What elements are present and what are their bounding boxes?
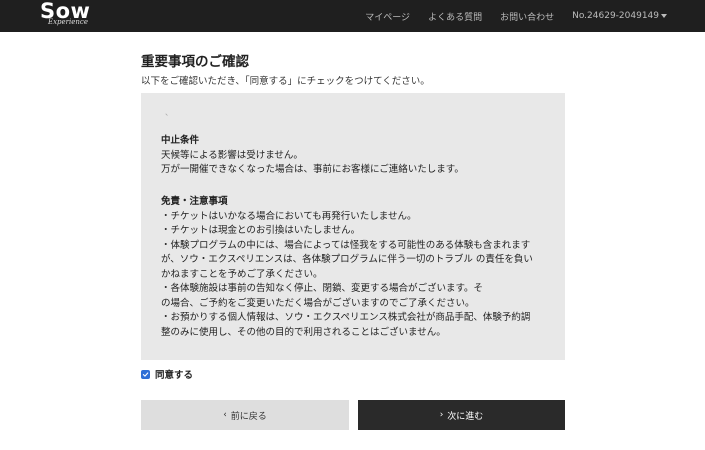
disclaimer-line: かねますことを予めご了承ください。 xyxy=(161,268,323,280)
member-number: No.24629-2049149 xyxy=(572,11,659,21)
disclaimer-line: が、ソウ・エクスペリエンスは、各体験プログラムに伴う一切のトラブル の責任を負い xyxy=(161,254,533,265)
page-instruction: 以下をご確認いただき、「同意する」にチェックをつけてください。 xyxy=(141,76,430,87)
agree-label: 同意する xyxy=(155,370,194,381)
chevron-left-icon: ‹ xyxy=(223,410,227,420)
cancellation-line: 天候等による影響は受けません。 xyxy=(161,149,303,161)
nav-contact-link[interactable]: お問い合わせ xyxy=(500,10,554,23)
disclaimer-line: ・体験プログラムの中には、場合によっては怪我をする可能性のある体験も含まれます xyxy=(161,239,531,251)
cancellation-section: 中止条件 天候等による影響は受けません。 万が一開催できなくなった場合は、事前に… xyxy=(161,134,551,178)
disclaimer-line: 整のみに使用し、その他の目的で利用されることはございません。 xyxy=(161,326,446,338)
checkmark-icon xyxy=(142,371,149,377)
nav-links: マイページ よくある質問 お問い合わせ No.24629-2049149 xyxy=(347,0,667,32)
next-button[interactable]: › 次に進む xyxy=(358,400,565,430)
next-button-label: 次に進む xyxy=(447,411,484,422)
disclaimer-section: 免責・注意事項 ・チケットはいかなる場合においても再発行いたしません。 ・チケッ… xyxy=(161,195,551,340)
agree-checkbox[interactable] xyxy=(141,369,150,379)
disclaimer-line: ・お預かりする個人情報は、ソウ・エクスペリエンス株式会社が商品手配、体験予約調 xyxy=(161,312,531,323)
disclaimer-line: ・チケットはいかなる場合においても再発行いたしません。 xyxy=(161,210,417,222)
caret-down-icon xyxy=(661,14,667,18)
top-navbar: Sow Experience マイページ よくある質問 お問い合わせ No.24… xyxy=(0,0,705,32)
member-menu-dropdown[interactable]: No.24629-2049149 xyxy=(572,11,667,21)
chevron-right-icon: › xyxy=(439,410,444,420)
back-button[interactable]: ‹ 前に戻る xyxy=(141,400,349,430)
terms-scroll-box[interactable]: 、 中止条件 天候等による影響は受けません。 万が一開催できなくなった場合は、事… xyxy=(141,93,565,360)
disclaimer-line: ・各体験施設は事前の告知なく停止、閉鎖、変更する場合がございます。そ xyxy=(161,283,484,294)
page-title: 重要事項のご確認 xyxy=(141,54,249,70)
disclaimer-line: ・チケットは現金とのお引換はいたしません。 xyxy=(161,225,361,236)
back-button-label: 前に戻る xyxy=(230,411,267,422)
logo[interactable]: Sow Experience xyxy=(40,0,100,31)
disclaimer-title: 免責・注意事項 xyxy=(161,196,228,207)
agree-checkbox-row[interactable]: 同意する xyxy=(141,367,193,381)
cancellation-line: 万が一開催できなくなった場合は、事前にお客様にご連絡いたします。 xyxy=(161,164,464,175)
cancellation-title: 中止条件 xyxy=(161,135,200,146)
disclaimer-line: の場合、ご予約をご変更いただく場合がございますのでご了承ください。 xyxy=(161,297,475,309)
truncated-mark: 、 xyxy=(165,108,173,117)
nav-faq-link[interactable]: よくある質問 xyxy=(428,10,482,23)
nav-mypage-link[interactable]: マイページ xyxy=(365,10,410,23)
logo-subtext: Experience xyxy=(48,18,88,26)
